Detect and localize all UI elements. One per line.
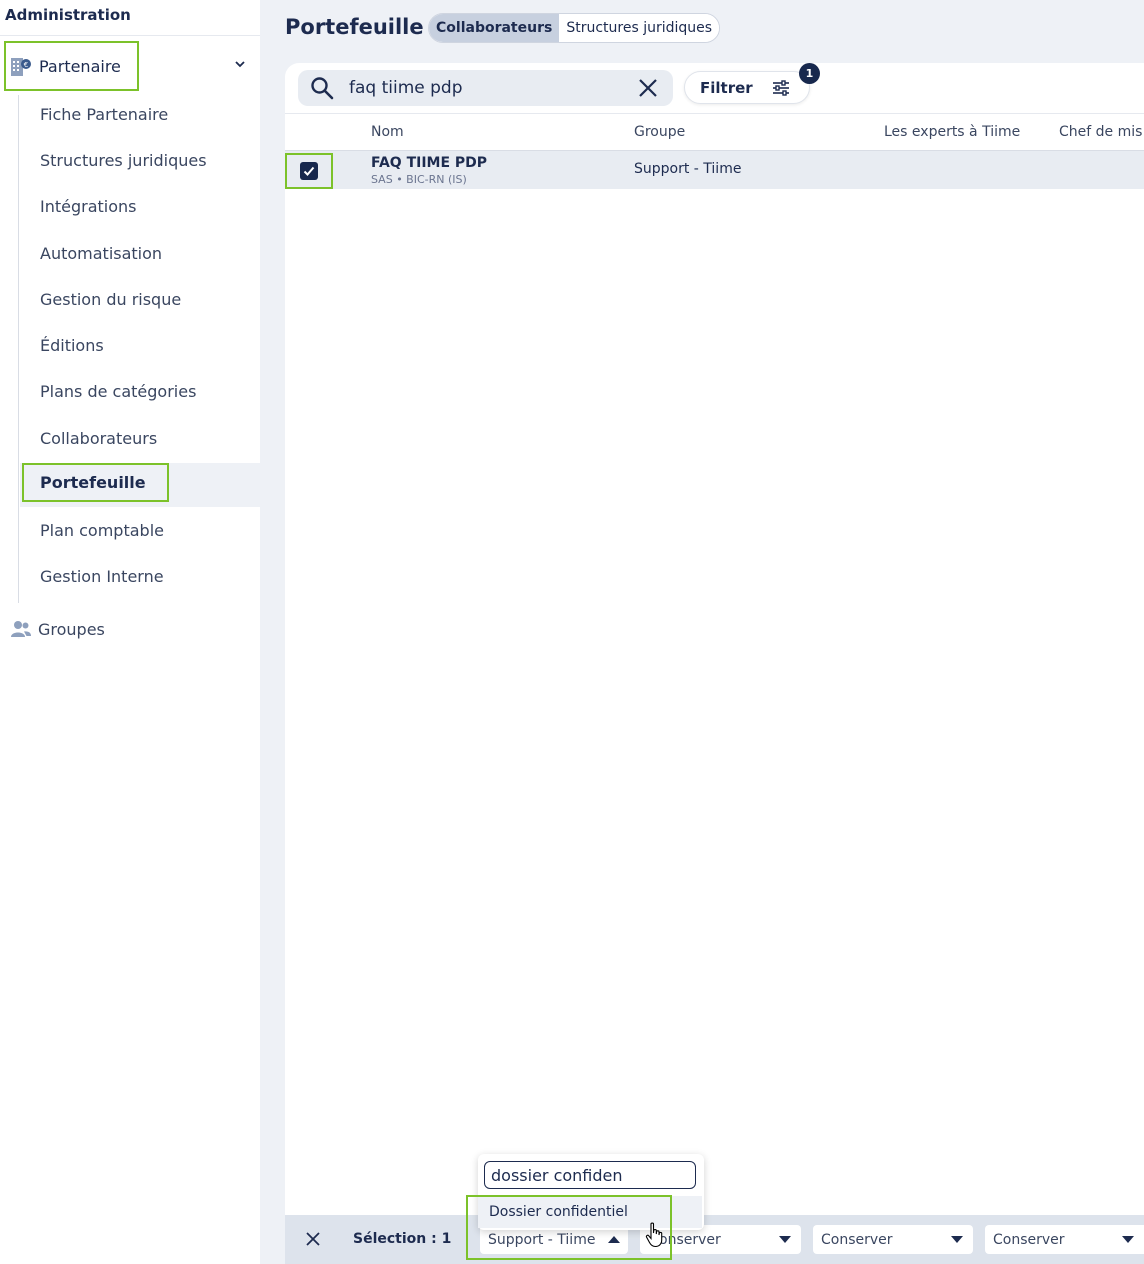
sidebar-item-plans-de-categories[interactable]: Plans de catégories — [40, 382, 196, 401]
filter-count-badge: 1 — [799, 63, 820, 84]
column-header-nom[interactable]: Nom — [371, 124, 404, 140]
sidebar-item-automatisation[interactable]: Automatisation — [40, 244, 162, 263]
filter-label: Filtrer — [700, 78, 753, 97]
sidebar-item-partenaire[interactable]: € Partenaire — [4, 41, 139, 91]
dropdown-value: Conserver — [821, 1231, 893, 1248]
extra-dropdown[interactable]: Conserver — [985, 1225, 1144, 1254]
table-header: Nom Groupe Les experts à Tiime Chef de m… — [285, 113, 1144, 151]
hand-cursor-icon — [645, 1222, 663, 1248]
caret-down-icon — [951, 1236, 963, 1243]
tab-collaborateurs[interactable]: Collaborateurs — [429, 14, 560, 42]
users-icon — [11, 621, 31, 637]
row-checkbox[interactable] — [300, 162, 318, 180]
sidebar-item-gestion-interne[interactable]: Gestion Interne — [40, 567, 164, 586]
tab-structures-juridiques[interactable]: Structures juridiques — [559, 14, 720, 42]
search-input[interactable]: faq tiime pdp — [349, 78, 637, 98]
sliders-icon — [773, 79, 789, 96]
dropdown-value: Conserver — [993, 1231, 1065, 1248]
row-group: Support - Tiime — [634, 161, 742, 177]
table-row[interactable]: FAQ TIIME PDP SAS • BIC-RN (IS) Support … — [285, 151, 1144, 189]
column-header-groupe[interactable]: Groupe — [634, 124, 685, 140]
sidebar-item-gestion-du-risque[interactable]: Gestion du risque — [40, 290, 181, 309]
divider — [0, 35, 260, 36]
page-title: Portefeuille — [285, 15, 424, 39]
sidebar-item-collaborateurs[interactable]: Collaborateurs — [40, 429, 157, 448]
chef-de-mission-dropdown[interactable]: Conserver — [813, 1225, 973, 1254]
sidebar-item-label: Groupes — [38, 619, 105, 639]
sidebar-item-plan-comptable[interactable]: Plan comptable — [40, 521, 164, 540]
sidebar-item-portefeuille[interactable]: Portefeuille — [22, 463, 169, 502]
filter-button[interactable]: Filtrer — [684, 71, 810, 104]
sidebar-item-editions[interactable]: Éditions — [40, 336, 104, 355]
close-icon[interactable] — [305, 1231, 321, 1247]
portfolio-panel: faq tiime pdp Filtrer 1 Nom Groupe Les e… — [285, 63, 1144, 1263]
column-header-chef-de-mission[interactable]: Chef de mis — [1059, 124, 1142, 140]
row-name[interactable]: FAQ TIIME PDP — [371, 155, 487, 171]
row-subtitle: SAS • BIC-RN (IS) — [371, 173, 467, 186]
column-header-experts[interactable]: Les experts à Tiime — [884, 124, 1020, 140]
close-icon[interactable] — [637, 77, 659, 99]
sidebar-item-fiche-partenaire[interactable]: Fiche Partenaire — [40, 105, 168, 124]
search-field[interactable]: faq tiime pdp — [298, 70, 673, 106]
sidebar-item-label: Partenaire — [39, 56, 121, 76]
highlight-frame — [466, 1195, 672, 1260]
sidebar-title: Administration — [5, 6, 131, 24]
selection-count: Sélection : 1 — [353, 1231, 452, 1247]
chevron-down-icon[interactable] — [232, 56, 248, 72]
search-icon — [311, 77, 334, 100]
row-checkbox-highlight — [285, 153, 333, 189]
view-toggle: Collaborateurs Structures juridiques — [428, 13, 721, 43]
building-icon: € — [11, 58, 31, 76]
sidebar: Administration € Partenaire Fiche Parten… — [0, 0, 260, 1264]
sidebar-item-structures-juridiques[interactable]: Structures juridiques — [40, 151, 207, 170]
dropdown-value: onserver — [659, 1231, 721, 1248]
dropdown-search-input[interactable]: dossier confiden — [484, 1161, 696, 1189]
tree-line — [18, 95, 19, 603]
caret-down-icon — [1122, 1236, 1134, 1243]
main-area: Portefeuille Collaborateurs Structures j… — [260, 0, 1144, 1264]
svg-text:€: € — [24, 61, 28, 69]
sidebar-item-groupes[interactable]: Groupes — [10, 619, 105, 639]
checkmark-icon — [303, 166, 315, 176]
sidebar-item-integrations[interactable]: Intégrations — [40, 197, 137, 216]
caret-down-icon — [779, 1236, 791, 1243]
